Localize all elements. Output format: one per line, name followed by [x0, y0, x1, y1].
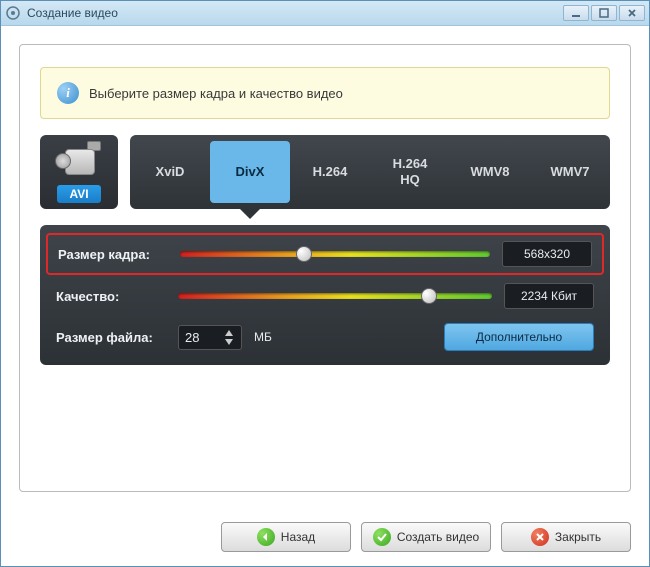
- settings-panel: Размер кадра: 568x320 Качество: 2234 Кби…: [40, 225, 610, 365]
- create-video-button[interactable]: Создать видео: [361, 522, 491, 552]
- window-title: Создание видео: [27, 6, 563, 20]
- format-label: AVI: [57, 185, 100, 203]
- filesize-label: Размер файла:: [56, 330, 166, 345]
- app-window: Создание видео i Выберите размер кадра и…: [0, 0, 650, 567]
- codec-tab-wmv7[interactable]: WMV7: [530, 135, 610, 209]
- info-banner: i Выберите размер кадра и качество видео: [40, 67, 610, 119]
- frame-size-value: 568x320: [502, 241, 592, 267]
- codec-tab-divx[interactable]: DivX: [210, 141, 290, 203]
- quality-thumb[interactable]: [421, 288, 437, 304]
- filesize-unit: МБ: [254, 330, 272, 344]
- titlebar: Создание видео: [1, 1, 649, 26]
- info-text: Выберите размер кадра и качество видео: [89, 86, 343, 101]
- frame-size-slider[interactable]: [180, 245, 490, 263]
- main-panel: i Выберите размер кадра и качество видео…: [19, 44, 631, 492]
- create-button-label: Создать видео: [397, 530, 479, 544]
- filesize-value: 28: [185, 330, 215, 345]
- stepper-down-icon[interactable]: [223, 338, 235, 346]
- codec-row: AVI XviDDivXH.264H.264 HQWMV8WMV7: [40, 135, 610, 209]
- close-footer-button[interactable]: Закрыть: [501, 522, 631, 552]
- codec-tab-wmv8[interactable]: WMV8: [450, 135, 530, 209]
- close-icon: [531, 528, 549, 546]
- quality-label: Качество:: [56, 289, 166, 304]
- codec-pointer-icon: [240, 209, 260, 219]
- close-button[interactable]: [619, 5, 645, 21]
- window-controls: [563, 5, 645, 21]
- app-icon: [5, 5, 21, 21]
- codec-tab-h264[interactable]: H.264: [290, 135, 370, 209]
- maximize-button[interactable]: [591, 5, 617, 21]
- back-button-label: Назад: [281, 530, 315, 544]
- arrow-left-icon: [257, 528, 275, 546]
- quality-row: Качество: 2234 Кбит: [56, 283, 594, 309]
- quality-value: 2234 Кбит: [504, 283, 594, 309]
- codec-tab-xvid[interactable]: XviD: [130, 135, 210, 209]
- stepper-up-icon[interactable]: [223, 329, 235, 337]
- minimize-button[interactable]: [563, 5, 589, 21]
- camcorder-icon: [55, 141, 103, 181]
- info-icon: i: [57, 82, 79, 104]
- back-button[interactable]: Назад: [221, 522, 351, 552]
- filesize-row: Размер файла: 28 МБ Дополнительно: [56, 323, 594, 351]
- codec-tabs: XviDDivXH.264H.264 HQWMV8WMV7: [130, 135, 610, 209]
- filesize-stepper[interactable]: 28: [178, 325, 242, 350]
- format-badge[interactable]: AVI: [40, 135, 118, 209]
- frame-size-thumb[interactable]: [296, 246, 312, 262]
- codec-tab-h264hq[interactable]: H.264 HQ: [370, 135, 450, 209]
- close-button-label: Закрыть: [555, 530, 601, 544]
- footer: Назад Создать видео Закрыть: [1, 510, 649, 566]
- client-area: i Выберите размер кадра и качество видео…: [1, 26, 649, 510]
- advanced-button[interactable]: Дополнительно: [444, 323, 594, 351]
- check-icon: [373, 528, 391, 546]
- frame-size-label: Размер кадра:: [58, 247, 168, 262]
- frame-size-row: Размер кадра: 568x320: [46, 233, 604, 275]
- quality-slider[interactable]: [178, 287, 492, 305]
